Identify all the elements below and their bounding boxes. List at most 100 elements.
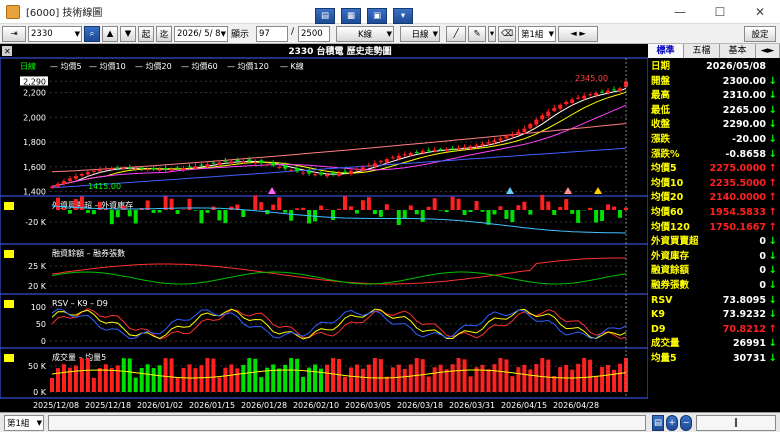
settings-button[interactable]: 設定: [744, 26, 776, 42]
window-list-icon[interactable]: ▤: [315, 8, 335, 24]
date-tick: 2026/04/28: [553, 401, 599, 410]
tab-standard[interactable]: 標準: [648, 44, 684, 58]
candle-body: [534, 119, 539, 125]
pen-icon[interactable]: ✎: [468, 26, 486, 42]
foreign-bar: [510, 210, 515, 223]
layout-icon[interactable]: ▦: [341, 8, 361, 24]
info-value: 2290.00: [722, 119, 766, 131]
tab-scroll-icon[interactable]: ◄►: [756, 44, 780, 58]
status-group-select[interactable]: 第1組 ▼: [4, 415, 44, 431]
foreign-bar: [558, 206, 563, 210]
volume-bar: [259, 377, 264, 392]
info-value: 73.8095: [722, 294, 766, 306]
info-label: 均價120: [651, 221, 690, 233]
candle-body: [229, 161, 234, 164]
display-count-input[interactable]: 97: [256, 26, 288, 42]
volume-bar: [438, 364, 443, 392]
date-input[interactable]: 2026/ 5/ 8 ▼: [174, 26, 228, 42]
info-value: 1750.1667: [709, 221, 767, 233]
candle-body: [259, 160, 264, 164]
panel-collapse-icon: [4, 250, 14, 258]
candle-body: [325, 174, 330, 177]
volume-bar: [534, 364, 539, 392]
group-nav-button[interactable]: ◄ ►: [558, 26, 598, 42]
arrow-up-icon: ↑: [768, 192, 777, 204]
candle-body: [570, 99, 575, 103]
arrow-down-icon: ↓: [768, 265, 777, 277]
stock-code-input[interactable]: 2330 ▼: [28, 26, 82, 42]
info-value: 70.8212: [722, 323, 766, 335]
kline-menu-button[interactable]: K線 ▼: [336, 26, 394, 42]
info-value: 2310.00: [722, 90, 766, 102]
volume-bar: [570, 369, 575, 392]
foreign-bar: [337, 208, 341, 210]
info-panel: 標準 五檔 基本 ◄► 日期 2026/05/08 開盤 2300.00 ↓ 最高 2310…: [648, 44, 780, 412]
date-tick: 2026/03/31: [449, 401, 495, 410]
list-icon[interactable]: ▤: [652, 415, 664, 431]
kline-label: K線: [357, 30, 373, 40]
foreign-bar: [462, 210, 467, 215]
chart-area[interactable]: 2330 台積電 歷史走勢圖 日線 — 均價5 — 均價10 — 均價20 — 均價6…: [0, 44, 649, 412]
foreign-bar: [342, 195, 347, 210]
legend-item: — 均價60: [181, 61, 218, 71]
candle-body: [247, 159, 252, 162]
total-count-input[interactable]: 2500: [298, 26, 330, 42]
zoom-slider[interactable]: ‖: [696, 415, 776, 431]
candle-body: [145, 169, 150, 171]
candle-body: [348, 170, 353, 174]
arrow-up-icon: ↑: [768, 221, 777, 233]
info-value: 0: [759, 250, 766, 262]
print-icon[interactable]: ▣: [367, 8, 387, 24]
chart-scrollbar[interactable]: [48, 415, 646, 431]
info-row: 均價120 1750.1667 ↑: [648, 221, 780, 235]
search-icon[interactable]: ⌕: [84, 26, 100, 42]
info-value: -20.00: [732, 134, 766, 145]
zoom-out-icon[interactable]: −: [680, 415, 692, 431]
candle-body: [337, 173, 341, 176]
draw-line-icon[interactable]: ╱: [446, 26, 466, 42]
symbol-nav-icon[interactable]: ⇥: [2, 26, 26, 42]
tab-depth[interactable]: 五檔: [684, 44, 720, 58]
range-button[interactable]: 迄: [156, 26, 172, 42]
foreign-bar: [193, 210, 198, 211]
date-tick: 2026/02/10: [293, 401, 339, 410]
volume-bar: [121, 358, 126, 392]
info-value: 0: [759, 280, 766, 291]
foreign-bar: [372, 210, 377, 215]
candle-body: [241, 161, 246, 163]
candle-body: [151, 167, 156, 170]
foreign-bar: [426, 206, 431, 210]
candle-body: [289, 170, 294, 172]
event-marker-icon: [594, 187, 602, 194]
margin-line: [51, 257, 627, 285]
info-label: 日期: [651, 61, 671, 72]
volume-bar: [193, 368, 198, 392]
candle-body: [283, 165, 288, 169]
tab-basic[interactable]: 基本: [720, 44, 756, 58]
info-label: 外資庫存: [651, 250, 690, 262]
group-value: 第1組: [521, 30, 544, 40]
eraser-icon[interactable]: ⌫: [498, 26, 516, 42]
start-button[interactable]: 起: [138, 26, 154, 42]
dropdown-icon[interactable]: ▾: [393, 8, 413, 24]
zoom-in-icon[interactable]: +: [666, 415, 678, 431]
foreign-bar: [127, 210, 132, 217]
chart-toolbar: ⇥ 2330 ▼ ⌕ ▲ ▼ 起 迄 2026/ 5/ 8 ▼ 顯示 97 / 25…: [0, 24, 780, 44]
arrow-up-icon[interactable]: ▲: [102, 26, 118, 42]
pen-dropdown-icon[interactable]: ▾: [488, 26, 496, 42]
period-menu-button[interactable]: 日線 ▼: [400, 26, 440, 42]
foreign-bar: [157, 210, 162, 213]
foreign-bar: [354, 210, 359, 214]
candle-body: [588, 94, 593, 96]
arrow-down-icon[interactable]: ▼: [120, 26, 136, 42]
stock-chart[interactable]: 2330 台積電 歷史走勢圖 日線 — 均價5 — 均價10 — 均價20 — 均價6…: [0, 44, 649, 412]
volume-bar: [217, 377, 222, 392]
candle-body: [606, 90, 611, 94]
foreign-bar: [624, 207, 628, 210]
price-tick: 2,000: [23, 113, 46, 122]
volume-bar: [211, 358, 216, 392]
group-select[interactable]: 第1組 ▼: [518, 26, 556, 42]
info-label: 均價5: [651, 163, 677, 175]
price-tick: 1,800: [23, 138, 46, 147]
volume-bar: [205, 358, 210, 392]
